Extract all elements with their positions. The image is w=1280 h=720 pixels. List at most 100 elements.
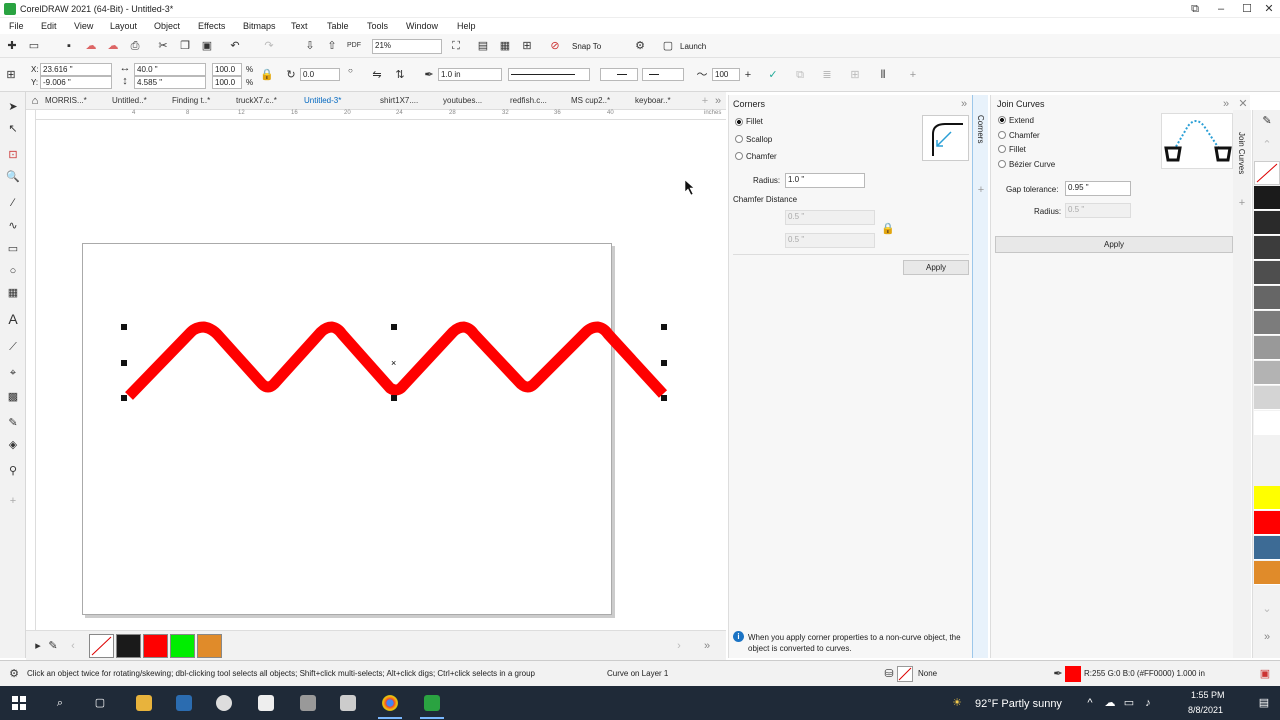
- notifications-icon[interactable]: ▤: [1257, 696, 1271, 710]
- import-icon[interactable]: ⇩: [303, 39, 317, 53]
- radio-bezier[interactable]: [998, 160, 1006, 168]
- break-apart-icon[interactable]: ⧉: [793, 68, 807, 82]
- palette-color-swatch[interactable]: [1254, 361, 1280, 385]
- doc-tab[interactable]: shirt1X7....: [380, 96, 418, 105]
- clock-date[interactable]: 8/8/2021: [1188, 705, 1223, 715]
- object-origin-icon[interactable]: ⊞: [4, 68, 18, 82]
- pdf-icon[interactable]: PDF: [347, 39, 361, 53]
- outline-pen-icon[interactable]: ✒: [422, 68, 436, 82]
- lock-ratio-icon[interactable]: 🔒: [260, 68, 274, 82]
- crop-tool-icon[interactable]: ⊡: [6, 148, 20, 162]
- smoothing-plus-icon[interactable]: +: [741, 68, 755, 82]
- cloud-download-icon[interactable]: ☁: [106, 39, 120, 53]
- horizontal-ruler[interactable]: 4 8 12 16 20 24 28 32 36 40 inches: [36, 110, 726, 120]
- palette-color-swatch[interactable]: [1254, 236, 1280, 260]
- chrome-icon[interactable]: [382, 695, 398, 711]
- palette-color-swatch[interactable]: [1254, 386, 1280, 410]
- doc-tab-active[interactable]: Untitled-3*: [304, 96, 341, 105]
- smart-fill-icon[interactable]: ⚲: [6, 464, 20, 478]
- radio-extend[interactable]: [998, 116, 1006, 124]
- palette-scroll-down-icon[interactable]: ⌄: [1260, 602, 1274, 616]
- doc-color-swatch[interactable]: [116, 634, 141, 658]
- cloud-icon[interactable]: ☁: [1103, 696, 1117, 710]
- show-guidelines-icon[interactable]: ⊞: [520, 39, 534, 53]
- minimize-button[interactable]: –: [1214, 2, 1228, 16]
- outline-width-field[interactable]: 1.0 in: [438, 68, 502, 81]
- menu-view[interactable]: View: [74, 21, 93, 31]
- join-apply-button[interactable]: Apply: [995, 236, 1233, 253]
- print-icon[interactable]: ⎙: [128, 39, 142, 53]
- angle-field[interactable]: 0.0: [300, 68, 340, 81]
- full-screen-icon[interactable]: ⛶: [449, 39, 463, 53]
- options-gear-icon[interactable]: ⚙: [633, 39, 647, 53]
- weather-text[interactable]: 92°F Partly sunny: [975, 698, 1062, 710]
- table-tool-icon[interactable]: ▦: [6, 286, 20, 300]
- palette-color-swatch[interactable]: [1254, 186, 1280, 210]
- app-icon[interactable]: [216, 695, 232, 711]
- corners-side-tab[interactable]: Corners: [976, 115, 985, 143]
- mirror-vertical-icon[interactable]: ⇅: [393, 68, 407, 82]
- cut-icon[interactable]: ✂: [156, 39, 170, 53]
- chamfer-lock-icon[interactable]: 🔒: [881, 222, 895, 236]
- paste-icon[interactable]: ▣: [200, 39, 214, 53]
- doc-tab[interactable]: Untitled..*: [112, 96, 147, 105]
- shape-tool-icon[interactable]: ↖: [6, 122, 20, 136]
- add-tool-icon[interactable]: +: [6, 494, 20, 508]
- app-icon[interactable]: [176, 695, 192, 711]
- redo-icon[interactable]: ↷: [262, 39, 276, 53]
- clock-time[interactable]: 1:55 PM: [1191, 690, 1225, 700]
- volume-icon[interactable]: ♪: [1141, 696, 1155, 710]
- task-view-icon[interactable]: ▢: [93, 696, 107, 710]
- add-property-icon[interactable]: +: [906, 68, 920, 82]
- app-icon[interactable]: [258, 695, 274, 711]
- menu-layout[interactable]: Layout: [110, 21, 137, 31]
- join-radius-field[interactable]: 0.5 ": [1065, 203, 1131, 218]
- palette-color-swatch[interactable]: [1254, 311, 1280, 335]
- start-button[interactable]: [12, 696, 26, 710]
- fill-none-swatch[interactable]: [897, 666, 913, 682]
- scroll-right-icon[interactable]: ›: [672, 639, 686, 653]
- coreldraw-taskbar-icon[interactable]: [424, 695, 440, 711]
- doc-tab[interactable]: redfish.c...: [510, 96, 547, 105]
- radio-scallop[interactable]: [735, 135, 743, 143]
- menu-text[interactable]: Text: [291, 21, 308, 31]
- search-icon[interactable]: ⌕: [53, 696, 67, 710]
- scroll-left-icon[interactable]: ‹: [66, 639, 80, 653]
- interactive-fill-icon[interactable]: ◈: [6, 438, 20, 452]
- wrap-text-icon[interactable]: ≣: [820, 68, 834, 82]
- smoothing-field[interactable]: 100: [712, 68, 740, 81]
- new-tab-plus-icon[interactable]: +: [698, 94, 712, 108]
- text-tool-icon[interactable]: A: [6, 312, 20, 326]
- mirror-horizontal-icon[interactable]: ⇋: [370, 68, 384, 82]
- palette-color-swatch[interactable]: [1254, 261, 1280, 285]
- eyedropper-icon[interactable]: ✎: [46, 639, 60, 653]
- show-grid-icon[interactable]: ▦: [498, 39, 512, 53]
- snap-to-dropdown[interactable]: Snap To: [572, 42, 601, 51]
- save-icon[interactable]: ▪: [62, 39, 76, 53]
- artistic-media-icon[interactable]: ∿: [6, 219, 20, 233]
- show-rulers-icon[interactable]: ▤: [476, 39, 490, 53]
- drawing-canvas[interactable]: ×: [36, 120, 726, 630]
- file-explorer-icon[interactable]: [136, 695, 152, 711]
- chamfer-b-field[interactable]: 0.5 ": [785, 233, 875, 248]
- palette-color-swatch[interactable]: [1254, 336, 1280, 360]
- doc-tab[interactable]: Finding t..*: [172, 96, 210, 105]
- x-position-field[interactable]: 23.616 ": [40, 63, 112, 76]
- zoom-level-select[interactable]: 21%: [372, 39, 442, 54]
- palette-color-swatch[interactable]: [1254, 411, 1280, 435]
- height-field[interactable]: 4.585 ": [134, 76, 206, 89]
- maximize-button[interactable]: ☐: [1240, 2, 1254, 16]
- no-color-swatch[interactable]: [89, 634, 114, 658]
- freehand-tool-icon[interactable]: ∕: [6, 196, 20, 210]
- menu-table[interactable]: Table: [327, 21, 349, 31]
- gap-tolerance-field[interactable]: 0.95 ": [1065, 181, 1131, 196]
- cloud-upload-icon[interactable]: ☁: [84, 39, 98, 53]
- palette-menu-icon[interactable]: ▸: [31, 639, 45, 653]
- pick-tool-icon[interactable]: ➤: [6, 100, 20, 114]
- ellipse-tool-icon[interactable]: ○: [6, 264, 20, 278]
- palette-color-swatch[interactable]: [1254, 211, 1280, 235]
- menu-window[interactable]: Window: [406, 21, 438, 31]
- export-icon[interactable]: ⇧: [325, 39, 339, 53]
- status-settings-icon[interactable]: ⚙: [7, 667, 21, 681]
- palette-overflow-icon[interactable]: »: [1260, 630, 1274, 644]
